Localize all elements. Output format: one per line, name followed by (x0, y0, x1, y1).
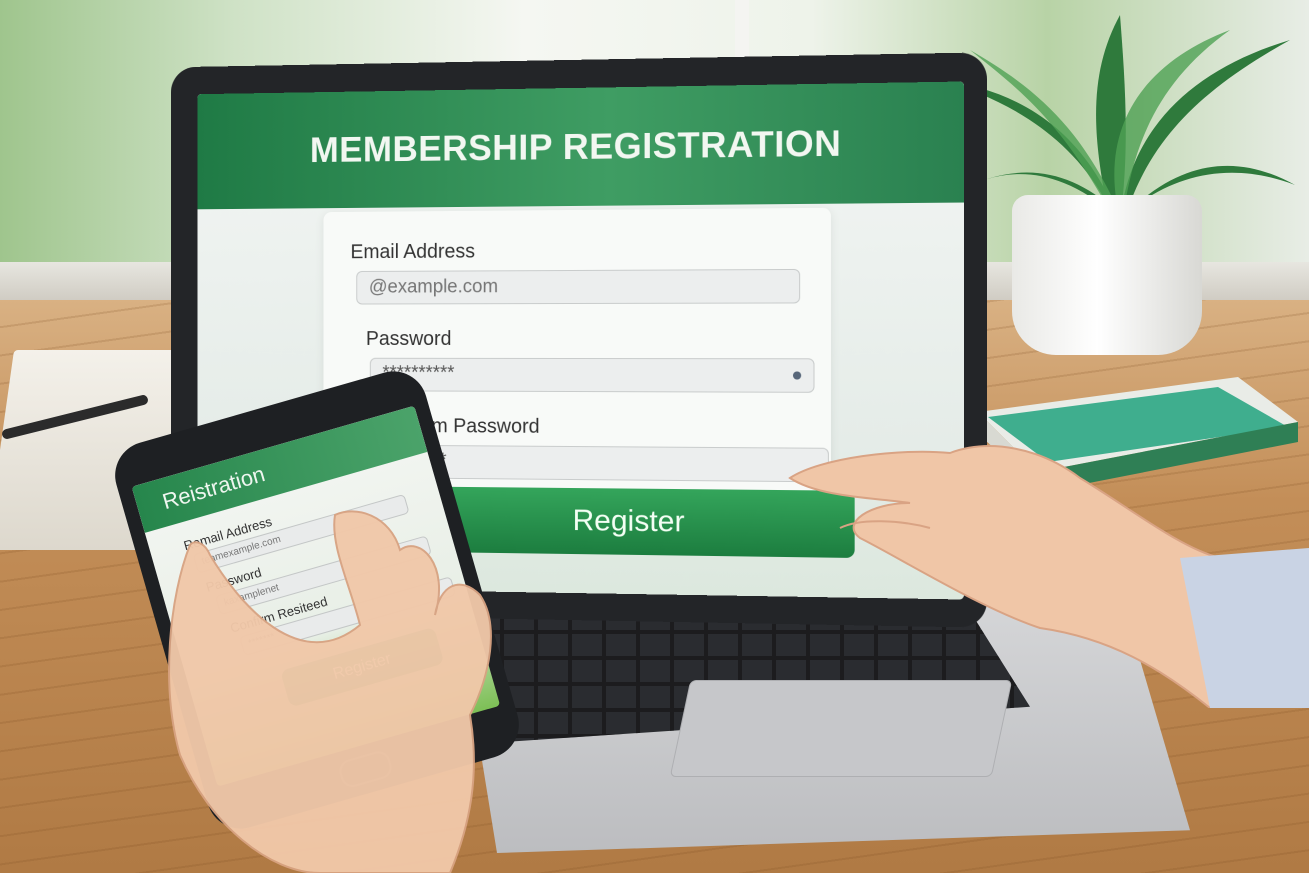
right-hand (780, 408, 1309, 708)
password-field[interactable]: ********** (370, 358, 815, 393)
password-label: Password (366, 328, 451, 351)
email-label: Email Address (350, 241, 475, 264)
confirm-password-field[interactable]: ******* (383, 445, 829, 483)
password-status-dot-icon (793, 371, 801, 379)
plant-pot (1012, 195, 1202, 355)
registration-header: MEMBERSHIP REGISTRATION (198, 81, 964, 209)
left-hand (150, 505, 510, 873)
page-title: MEMBERSHIP REGISTRATION (198, 120, 964, 172)
email-field[interactable] (356, 269, 800, 305)
